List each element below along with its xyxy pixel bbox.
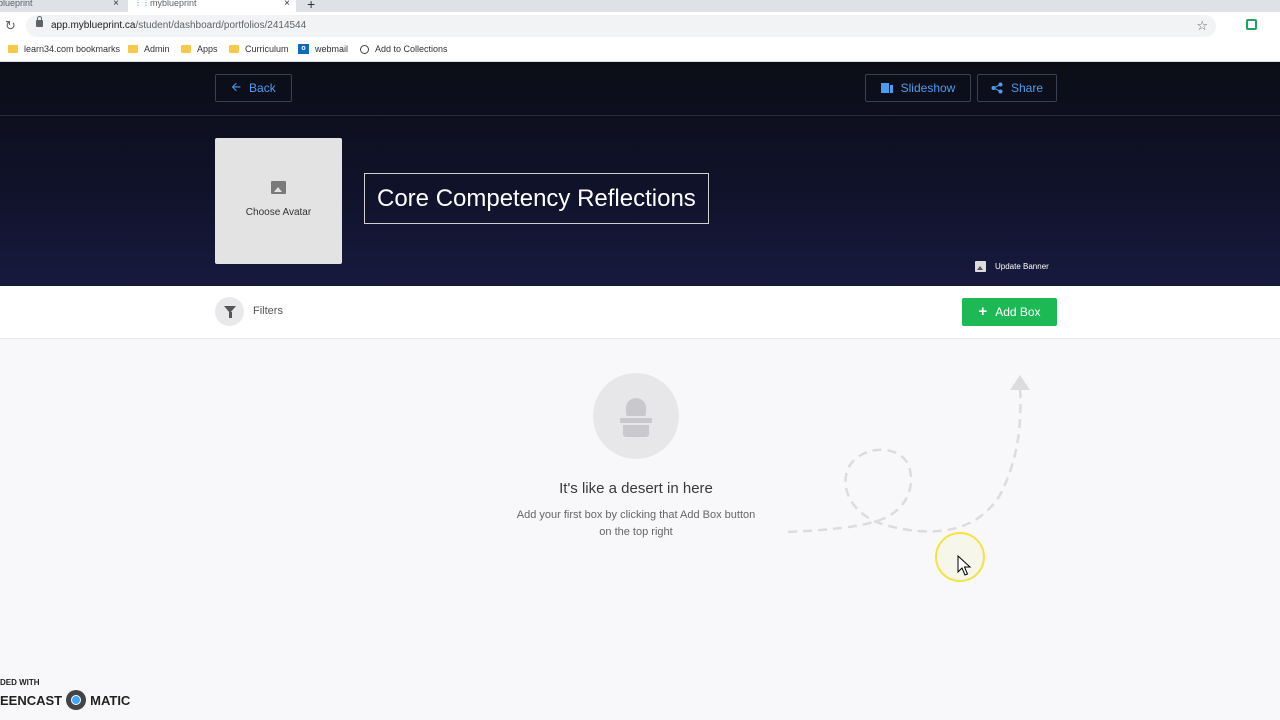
watermark-right-text: MATIC — [90, 692, 131, 708]
tab-close-icon[interactable]: × — [284, 0, 290, 9]
tab-close-icon[interactable]: × — [113, 0, 119, 9]
address-bar: ↻ app.myblueprint.ca/student/dashboard/p… — [0, 12, 1280, 40]
tab-title: myblueprint — [150, 0, 197, 8]
outlook-icon: o — [298, 44, 309, 54]
arrow-left-icon: 🡨 — [231, 79, 242, 94]
empty-state-description-line: on the top right — [599, 526, 673, 538]
extension-icon[interactable] — [1246, 19, 1257, 30]
share-icon — [991, 82, 1003, 94]
empty-state-illustration — [593, 373, 679, 459]
url-text[interactable]: app.myblueprint.ca/student/dashboard/por… — [51, 20, 306, 31]
image-icon — [271, 181, 286, 194]
update-banner-button[interactable]: Update Banner — [975, 261, 1049, 272]
myblueprint-favicon-icon: ⋮⋮ — [134, 0, 150, 7]
url-path: /student/dashboard/portfolios/2414544 — [135, 20, 307, 31]
choose-avatar-label: Choose Avatar — [245, 207, 312, 218]
watermark-left-text: EENCAST — [0, 692, 63, 708]
slideshow-icon — [880, 83, 893, 93]
mouse-cursor-icon — [957, 555, 972, 576]
bookmark-curriculum[interactable]: Curriculum — [229, 44, 289, 54]
back-label: Back — [249, 81, 276, 95]
bookmark-label: Add to Collections — [375, 44, 448, 54]
dashed-arrow-doodle — [787, 375, 1030, 534]
share-button[interactable]: Share — [977, 74, 1057, 102]
omnibox[interactable]: app.myblueprint.ca/student/dashboard/por… — [26, 15, 1216, 37]
cactus-pot-rim — [620, 418, 652, 423]
bookmark-star-icon[interactable]: ☆ — [1196, 18, 1208, 34]
back-button[interactable]: 🡨 Back — [215, 74, 292, 102]
add-box-label: Add Box — [995, 305, 1041, 319]
bookmark-add-to-collections[interactable]: Add to Collections — [360, 44, 448, 54]
folder-icon — [8, 45, 18, 53]
new-tab-icon[interactable]: + — [307, 0, 315, 12]
filters-label[interactable]: Filters — [253, 305, 283, 317]
lock-icon — [36, 16, 43, 27]
plus-icon: + — [978, 303, 988, 320]
image-icon — [975, 261, 986, 272]
folder-icon — [181, 45, 191, 53]
bookmark-label: learn34.com bookmarks — [24, 44, 121, 54]
bookmarks-bar: learn34.com bookmarks Admin Apps Curricu… — [0, 40, 1280, 62]
watermark-logo: EENCAST MATIC — [0, 690, 130, 710]
share-label: Share — [1010, 81, 1044, 95]
update-banner-label: Update Banner — [995, 262, 1049, 271]
cactus-icon — [626, 398, 646, 416]
empty-state-description: Add your first box by clicking that Add … — [500, 507, 772, 541]
tab-title: myblueprint — [0, 0, 33, 8]
header-divider — [0, 115, 1280, 116]
slideshow-button[interactable]: Slideshow — [865, 74, 971, 102]
bookmark-learn34[interactable]: learn34.com bookmarks — [8, 44, 120, 54]
bookmark-webmail[interactable]: o webmail — [298, 44, 348, 54]
add-box-button[interactable]: + Add Box — [962, 298, 1057, 326]
empty-state-title: It's like a desert in here — [559, 480, 713, 497]
bookmark-label: Curriculum — [245, 44, 289, 54]
watermark-top-text: DED WITH — [0, 678, 40, 687]
browser-tab[interactable]: myblueprint × — [0, 0, 125, 12]
folder-icon — [128, 45, 138, 53]
globe-icon — [360, 44, 369, 54]
bookmark-admin[interactable]: Admin — [128, 44, 170, 54]
browser-tab-active[interactable]: ⋮⋮ myblueprint × — [128, 0, 296, 12]
portfolio-title[interactable]: Core Competency Reflections — [364, 173, 709, 224]
browser-tabstrip: myblueprint × ⋮⋮ myblueprint × + — [0, 0, 1280, 12]
filter-button[interactable] — [215, 297, 244, 326]
folder-icon — [229, 45, 239, 53]
filter-bar: Filters + Add Box — [0, 286, 1280, 339]
url-host: app.myblueprint.ca — [51, 20, 136, 31]
slideshow-label: Slideshow — [900, 81, 956, 95]
empty-state-description-line: Add your first box by clicking that Add … — [516, 509, 756, 521]
bookmark-label: Apps — [197, 44, 218, 54]
cactus-pot — [623, 425, 649, 437]
bookmark-label: webmail — [315, 44, 349, 54]
bookmark-label: Admin — [144, 44, 170, 54]
reload-icon[interactable]: ↻ — [5, 18, 16, 34]
screencast-logo-icon — [66, 690, 87, 710]
choose-avatar-button[interactable]: Choose Avatar — [215, 138, 342, 264]
filter-funnel-icon — [224, 306, 236, 318]
portfolio-header: 🡨 Back Slideshow Share Choose Avatar Cor… — [0, 62, 1280, 286]
bookmark-apps[interactable]: Apps — [181, 44, 218, 54]
